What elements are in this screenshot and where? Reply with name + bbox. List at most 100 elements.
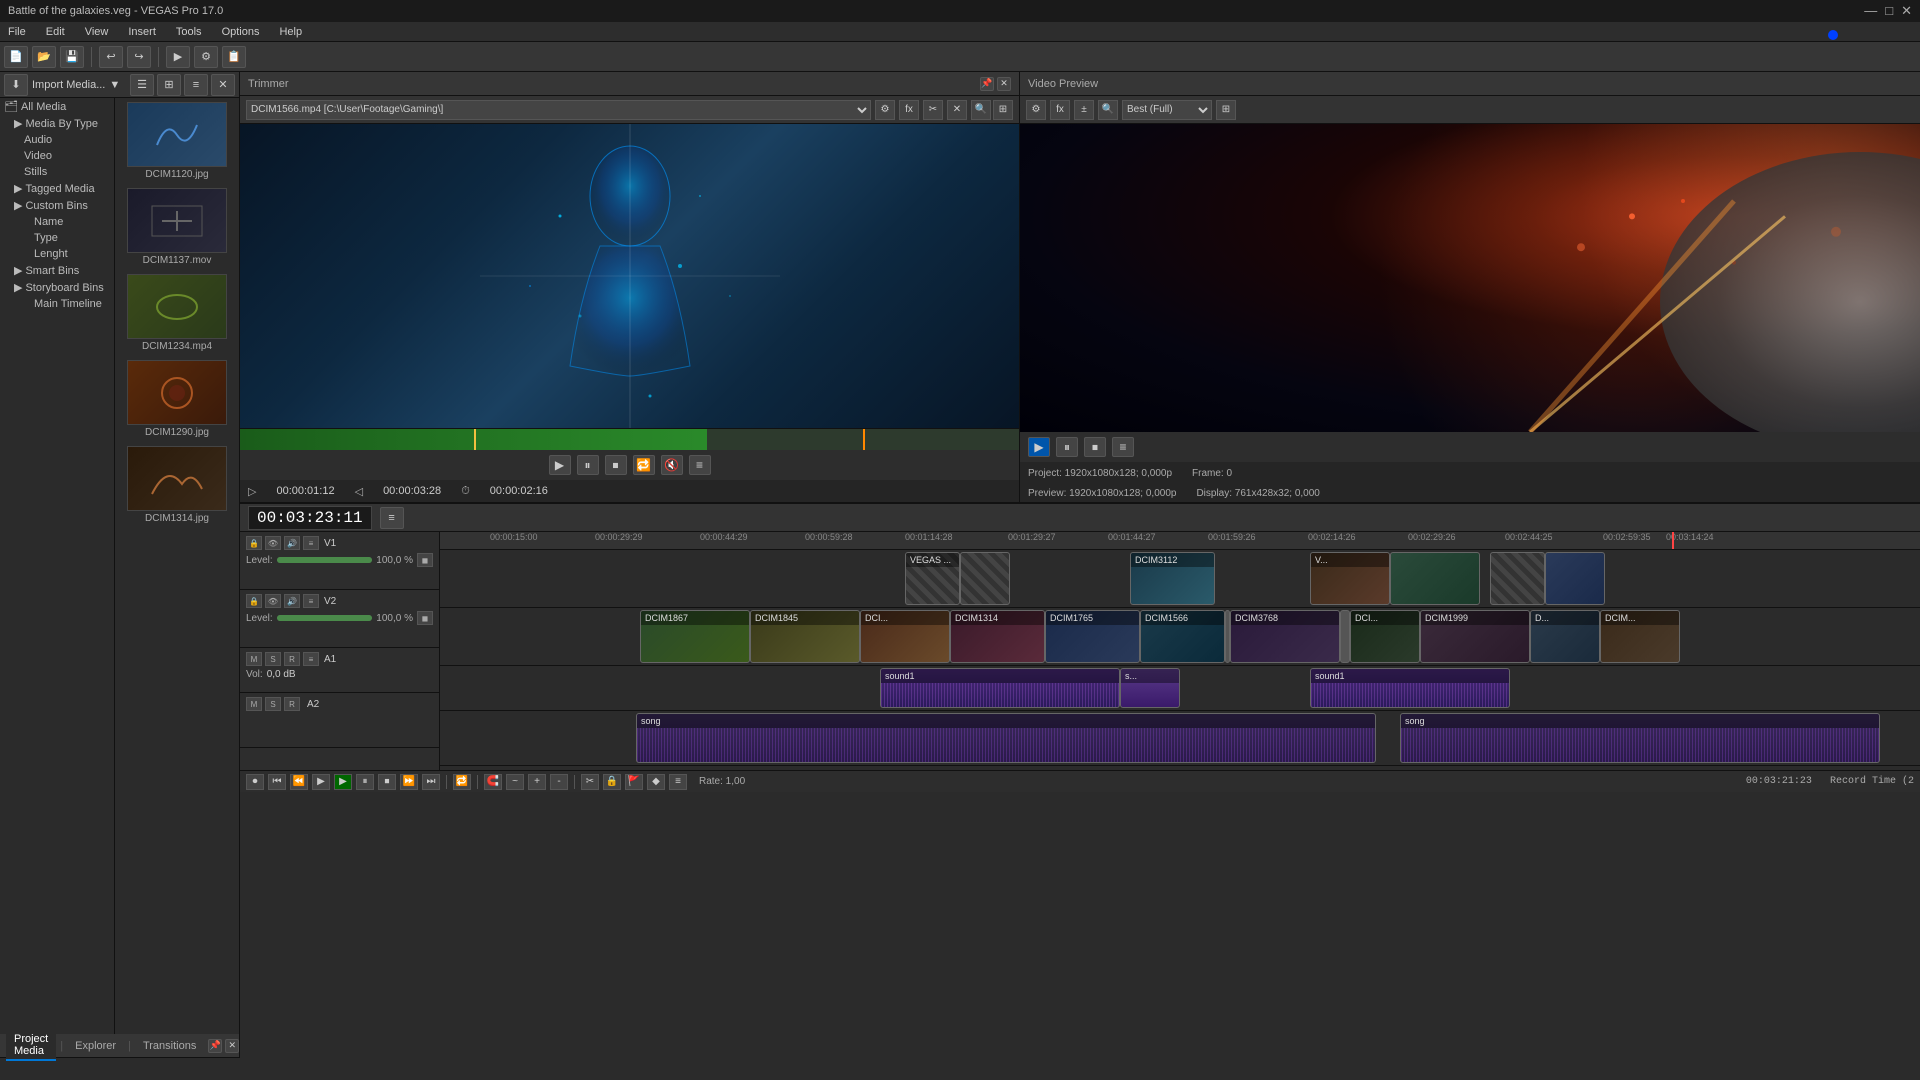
track-v1-lock[interactable]: 🔒: [246, 536, 262, 550]
trimmer-close2-button[interactable]: ✕: [947, 100, 967, 120]
save-button[interactable]: 💾: [60, 46, 84, 68]
clip-v2-dcim1845[interactable]: DCIM1845: [750, 610, 860, 663]
track-v2-expand[interactable]: ≡: [303, 594, 319, 608]
tab-transitions[interactable]: Transitions: [135, 1038, 204, 1054]
track-v2-eye[interactable]: 👁: [265, 594, 281, 608]
stop-button[interactable]: ⏹: [605, 455, 627, 475]
import-icon[interactable]: ⬇: [4, 74, 28, 96]
bt-pause-button[interactable]: ⏸: [356, 774, 374, 790]
import-media-label[interactable]: Import Media...: [32, 79, 105, 91]
trimmer-sync-button[interactable]: ⚙: [875, 100, 895, 120]
trimmer-pin-button[interactable]: 📌: [980, 77, 994, 91]
view-thumb-button[interactable]: ⊞: [157, 74, 181, 96]
trimmer-grid-button[interactable]: ⊞: [993, 100, 1013, 120]
vp-calc-button[interactable]: ±: [1074, 100, 1094, 120]
vp-settings-button[interactable]: ⚙: [1026, 100, 1046, 120]
bt-cut-button[interactable]: ✂: [581, 774, 599, 790]
bt-snap-button[interactable]: 🧲: [484, 774, 502, 790]
more-button[interactable]: ≡: [689, 455, 711, 475]
timebar-out-marker[interactable]: [863, 429, 865, 450]
clip-v1-trans-2[interactable]: [1490, 552, 1545, 605]
menu-options[interactable]: Options: [218, 24, 264, 40]
vp-fx-button[interactable]: fx: [1050, 100, 1070, 120]
vp-stop-button[interactable]: ⏹: [1084, 437, 1106, 457]
vp-grid2-button[interactable]: ⊞: [1216, 100, 1236, 120]
track-v1-eye[interactable]: 👁: [265, 536, 281, 550]
clip-v2-dcim1867[interactable]: DCIM1867: [640, 610, 750, 663]
clip-v1-v1[interactable]: V...: [1310, 552, 1390, 605]
tree-item-all-media[interactable]: 🗂 All Media: [0, 98, 114, 115]
vp-menu-button[interactable]: ≡: [1112, 437, 1134, 457]
track-a1-mute[interactable]: M: [246, 652, 262, 666]
clip-v2-dcim-last[interactable]: DCIM...: [1600, 610, 1680, 663]
clip-v2-dci2[interactable]: DCI...: [1350, 610, 1420, 663]
maximize-button[interactable]: □: [1885, 3, 1893, 19]
playhead[interactable]: [1672, 532, 1674, 549]
vp-quality-select[interactable]: Best (Full): [1122, 100, 1212, 120]
thumb-item-4[interactable]: DCIM1314.jpg: [119, 446, 235, 524]
clip-v2-dcim1765[interactable]: DCIM1765: [1045, 610, 1140, 663]
track-a2-solo[interactable]: S: [265, 697, 281, 711]
clip-v2-dcim3768[interactable]: DCIM3768: [1230, 610, 1340, 663]
tree-item-stills[interactable]: Stills: [0, 164, 114, 180]
tree-item-custom-bins[interactable]: ▶ Custom Bins: [0, 197, 114, 214]
bt-loop-button[interactable]: 🔁: [453, 774, 471, 790]
menu-tools[interactable]: Tools: [172, 24, 206, 40]
bt-lock-button[interactable]: 🔒: [603, 774, 621, 790]
tree-item-tagged-media[interactable]: ▶ Tagged Media: [0, 180, 114, 197]
clip-v1-v3[interactable]: [1545, 552, 1605, 605]
minimize-button[interactable]: —: [1864, 3, 1877, 19]
menu-edit[interactable]: Edit: [42, 24, 69, 40]
track-v2-speaker[interactable]: 🔊: [284, 594, 300, 608]
bt-rewind-button[interactable]: ⏮: [268, 774, 286, 790]
timeline-menu-button[interactable]: ≡: [380, 507, 404, 529]
bt-record-button[interactable]: ⏺: [246, 774, 264, 790]
clip-v2-d[interactable]: D...: [1530, 610, 1600, 663]
track-a1-solo[interactable]: S: [265, 652, 281, 666]
redo-button[interactable]: ↪: [127, 46, 151, 68]
trimmer-file-select[interactable]: DCIM1566.mp4 [C:\User\Footage\Gaming\]: [246, 100, 871, 120]
tree-item-main-timeline[interactable]: Main Timeline: [0, 296, 114, 312]
render-button[interactable]: ▶: [166, 46, 190, 68]
play-button[interactable]: ▶: [549, 455, 571, 475]
vp-zoom-button[interactable]: 🔍: [1098, 100, 1118, 120]
clip-a2-song1[interactable]: song: [636, 713, 1376, 763]
tree-item-video[interactable]: Video: [0, 148, 114, 164]
track-a2-arm[interactable]: R: [284, 697, 300, 711]
bt-end-button[interactable]: ⏭: [422, 774, 440, 790]
tree-item-storyboard-bins[interactable]: ▶ Storyboard Bins: [0, 279, 114, 296]
bt-ripple-button[interactable]: ~: [506, 774, 524, 790]
close-import-button[interactable]: ✕: [211, 74, 235, 96]
tree-item-media-by-type[interactable]: ▶ Media By Type: [0, 115, 114, 132]
clip-v1-v2[interactable]: [1390, 552, 1480, 605]
close-button[interactable]: ✕: [1901, 3, 1912, 19]
menu-file[interactable]: File: [4, 24, 30, 40]
pause-button[interactable]: ⏸: [577, 455, 599, 475]
track-a2-mute[interactable]: M: [246, 697, 262, 711]
new-button[interactable]: 📄: [4, 46, 28, 68]
clip-v2-dcim1314[interactable]: DCIM1314: [950, 610, 1045, 663]
bt-play-loop-button[interactable]: ▶: [334, 774, 352, 790]
bt-zoom-in-button[interactable]: +: [528, 774, 546, 790]
menu-view[interactable]: View: [81, 24, 113, 40]
clip-a1-sound1-2[interactable]: sound1: [1310, 668, 1510, 708]
loop-button[interactable]: 🔁: [633, 455, 655, 475]
undo-button[interactable]: ↩: [99, 46, 123, 68]
clip-a1-sound1-1[interactable]: sound1: [880, 668, 1120, 708]
track-v1-level-slider[interactable]: [277, 557, 373, 563]
tree-item-lenght[interactable]: Lenght: [0, 246, 114, 262]
bt-play-button[interactable]: ▶: [312, 774, 330, 790]
bt-more2-button[interactable]: ≡: [669, 774, 687, 790]
bt-marker-button[interactable]: ◆: [647, 774, 665, 790]
bt-flag-button[interactable]: 🚩: [625, 774, 643, 790]
clip-v1-dcim3112[interactable]: DCIM3112: [1130, 552, 1215, 605]
thumb-item-2[interactable]: DCIM1234.mp4: [119, 274, 235, 352]
vp-pause-button[interactable]: ⏸: [1056, 437, 1078, 457]
trimmer-zoom-button[interactable]: 🔍: [971, 100, 991, 120]
view-detail-button[interactable]: ≡: [184, 74, 208, 96]
tree-item-audio[interactable]: Audio: [0, 132, 114, 148]
track-a1-arm[interactable]: R: [284, 652, 300, 666]
bt-stop-button[interactable]: ⏹: [378, 774, 396, 790]
timebar-in-marker[interactable]: [474, 429, 476, 450]
clip-a1-s[interactable]: s...: [1120, 668, 1180, 708]
